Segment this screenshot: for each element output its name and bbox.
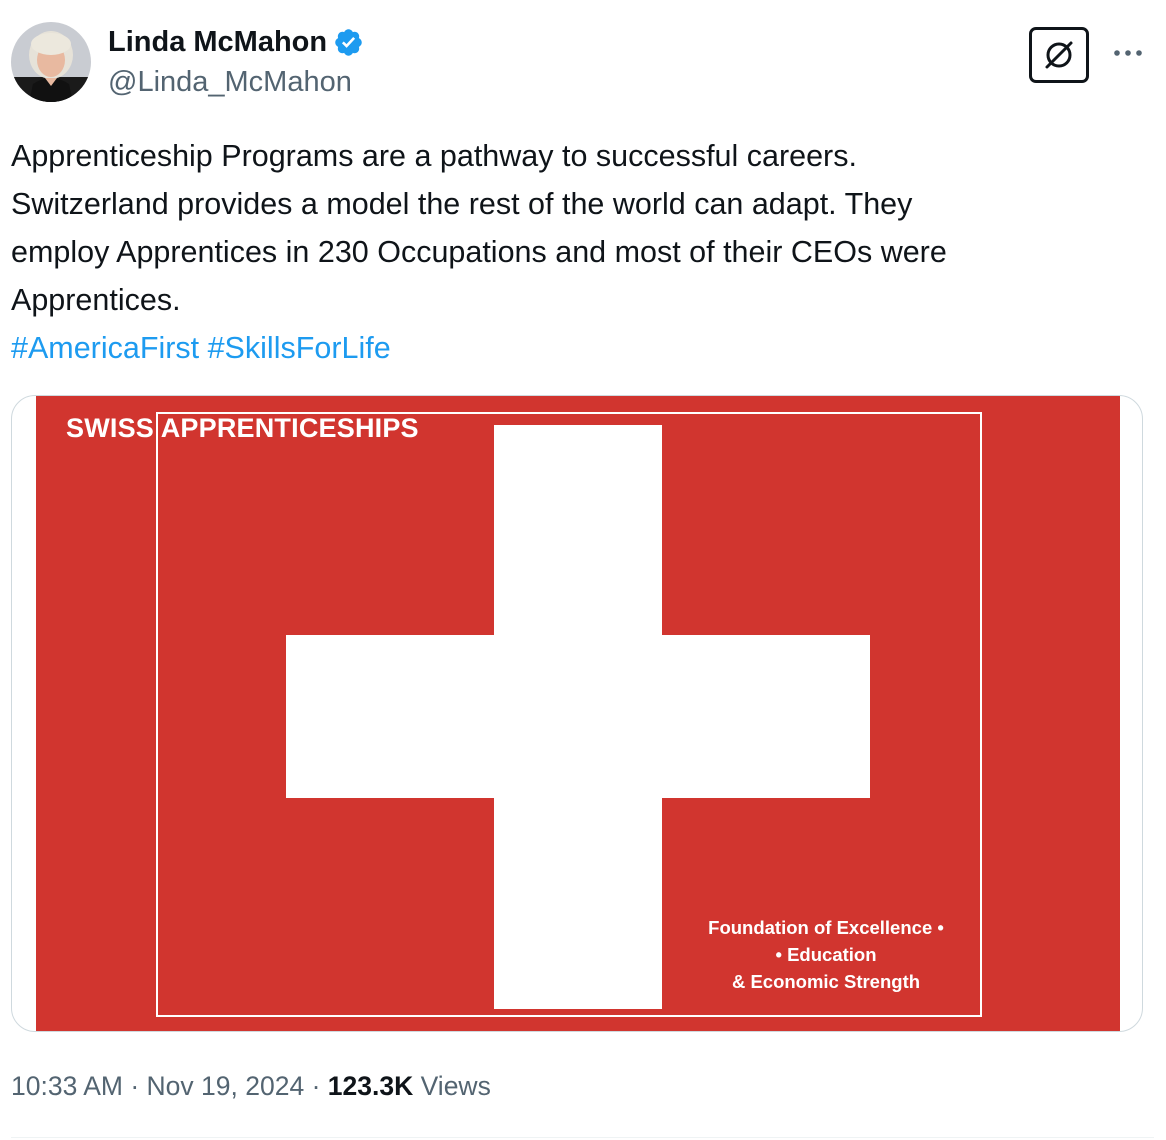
image-caption: Foundation of Excellence • • Education &… [666, 914, 986, 995]
meta-separator: · [311, 1071, 321, 1101]
hashtag-link[interactable]: #SkillsForLife [208, 331, 391, 365]
meta-separator: · [130, 1071, 140, 1101]
more-horizontal-icon [1114, 50, 1142, 56]
image-caption-line: Foundation of Excellence • [708, 917, 944, 938]
tweet-text-line: Apprenticeship Programs are a pathway to… [11, 139, 857, 173]
swiss-flag-image: SWISS APPRENTICESHIPS Foundation of Exce… [36, 396, 1120, 1031]
media-card[interactable]: SWISS APPRENTICESHIPS Foundation of Exce… [11, 395, 1143, 1032]
author-name-row[interactable]: Linda McMahon [108, 24, 364, 60]
grok-button[interactable] [1029, 27, 1089, 83]
author-handle[interactable]: @Linda_McMahon [108, 64, 352, 100]
image-title: SWISS APPRENTICESHIPS [66, 413, 419, 443]
profile-photo-icon [11, 22, 91, 102]
verified-badge-icon[interactable] [333, 27, 364, 58]
hashtags-line: #AmericaFirst #SkillsForLife [11, 324, 1141, 372]
avatar[interactable] [11, 22, 91, 102]
image-caption-line: • Education [775, 944, 877, 965]
grok-icon [1045, 41, 1073, 69]
tweet-text-line: Apprentices. [11, 283, 181, 317]
author-display-name[interactable]: Linda McMahon [108, 24, 327, 60]
tweet-meta: 10:33 AM · Nov 19, 2024 · 123.3K Views [11, 1068, 491, 1104]
views-label: Views [420, 1071, 491, 1101]
tweet-text-line: Switzerland provides a model the rest of… [11, 187, 913, 221]
tweet-text-line: employ Apprentices in 230 Occupations an… [11, 235, 947, 269]
image-caption-line: & Economic Strength [731, 971, 921, 992]
tweet-time[interactable]: 10:33 AM [11, 1071, 123, 1101]
tweet-text: Apprenticeship Programs are a pathway to… [11, 132, 1141, 372]
tweet-date[interactable]: Nov 19, 2024 [147, 1071, 305, 1101]
flag-cross-horizontal [286, 635, 870, 798]
more-options-button[interactable] [1108, 36, 1148, 70]
hashtag-link[interactable]: #AmericaFirst [11, 331, 199, 365]
views-count: 123.3K [327, 1071, 414, 1101]
divider [11, 1137, 1154, 1138]
